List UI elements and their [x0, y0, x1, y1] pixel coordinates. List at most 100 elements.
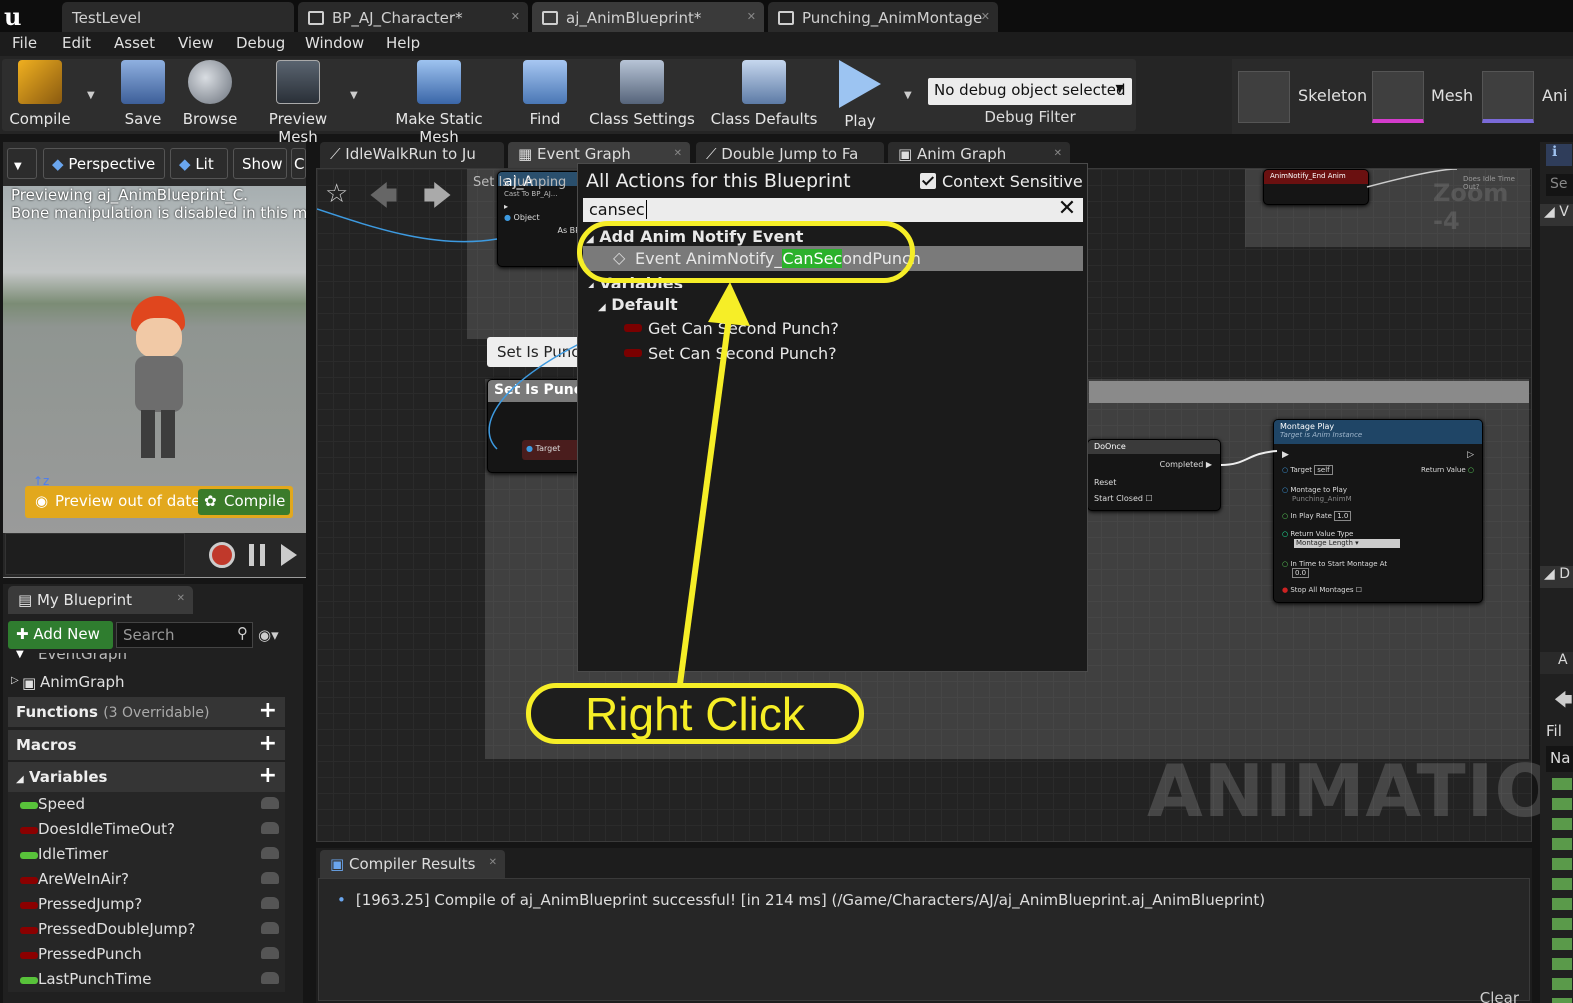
- visibility-eye-icon[interactable]: [261, 847, 279, 859]
- skeleton-icon[interactable]: [1238, 71, 1290, 123]
- my-blueprint-tab[interactable]: ▤ My Blueprint ✕: [8, 586, 193, 614]
- close-icon[interactable]: ✕: [674, 148, 682, 159]
- variable-row[interactable]: IdleTimer: [8, 842, 285, 867]
- menu-asset[interactable]: Asset: [114, 34, 155, 52]
- class-settings-button[interactable]: Class Settings: [588, 60, 696, 132]
- visibility-eye-icon[interactable]: [261, 797, 279, 809]
- add-new-button[interactable]: ✚ Add New ▼: [8, 621, 113, 660]
- action-search-input[interactable]: cansec: [583, 198, 1083, 222]
- graph-tab-idlewalkrun[interactable]: ⟋ IdleWalkRun to Ju: [320, 142, 504, 168]
- compile-options-chevron-down-icon[interactable]: ▼: [87, 90, 95, 101]
- visibility-eye-icon[interactable]: [261, 947, 279, 959]
- preview-scene[interactable]: ↑z: [3, 186, 306, 578]
- transition-icon: ⟋: [330, 145, 341, 163]
- search-placeholder: Search: [123, 626, 175, 644]
- doc-tab-testlevel[interactable]: TestLevel: [62, 2, 294, 32]
- browse-button[interactable]: Browse: [178, 60, 242, 132]
- skeleton-mode-button[interactable]: Skeleton: [1298, 86, 1367, 105]
- mesh-icon[interactable]: [1372, 71, 1424, 123]
- doc-tab-aj-animblueprint[interactable]: aj_AnimBlueprint* ✕: [532, 2, 764, 32]
- viewport-options-chevron-down-icon[interactable]: ▼: [7, 148, 37, 179]
- variable-row[interactable]: AreWeInAir?: [8, 867, 285, 892]
- debug-object-select[interactable]: No debug object selected ▼: [928, 78, 1132, 105]
- make-static-mesh-label: Make Static Mesh: [395, 110, 483, 146]
- close-icon[interactable]: ✕: [177, 593, 185, 604]
- details-search-input[interactable]: Se: [1546, 174, 1573, 196]
- variable-row[interactable]: PressedJump?: [8, 892, 285, 917]
- close-icon[interactable]: ✕: [747, 10, 756, 23]
- lit-button[interactable]: ◆ Lit: [170, 148, 228, 179]
- timeline-scrubber[interactable]: [5, 533, 185, 575]
- magnifier-icon: [188, 60, 232, 104]
- doc-tab-punching-animmontage[interactable]: Punching_AnimMontage ✕: [768, 2, 998, 32]
- find-button[interactable]: Find: [518, 60, 572, 132]
- add-function-plus-icon[interactable]: +: [259, 698, 277, 723]
- compiler-message[interactable]: • [1963.25] Compile of aj_AnimBlueprint s…: [337, 891, 1265, 909]
- view-options-eye-icon[interactable]: ◉▾: [258, 626, 279, 644]
- anim-asset-list[interactable]: [1552, 778, 1572, 1003]
- menu-view[interactable]: View: [178, 34, 214, 52]
- clear-search-icon[interactable]: ✕: [1055, 198, 1079, 222]
- transition-icon: ⟋: [706, 145, 717, 163]
- viewport-message-line2: Bone manipulation is disabled in this mo…: [11, 204, 306, 222]
- compiler-results-tab[interactable]: ▣ Compiler Results ✕: [320, 850, 505, 878]
- macros-section-header[interactable]: Macros +: [8, 730, 285, 760]
- class-defaults-button[interactable]: Class Defaults: [710, 60, 818, 132]
- perspective-button[interactable]: ◆ Perspective: [43, 148, 165, 179]
- play-options-chevron-down-icon[interactable]: ▼: [904, 90, 912, 101]
- menu-file[interactable]: File: [12, 34, 37, 52]
- variable-row[interactable]: LastPunchTime: [8, 967, 285, 992]
- variable-row[interactable]: Speed: [8, 792, 285, 817]
- add-macro-plus-icon[interactable]: +: [259, 731, 277, 756]
- variable-row[interactable]: PressedDoubleJump?: [8, 917, 285, 942]
- lit-label: Lit: [195, 155, 214, 173]
- make-static-mesh-button[interactable]: Make Static Mesh: [374, 60, 504, 146]
- compile-button[interactable]: Compile: [6, 60, 74, 132]
- blueprint-search-input[interactable]: Search ⚲: [116, 622, 253, 648]
- visibility-eye-icon[interactable]: [261, 822, 279, 834]
- variable-row[interactable]: DoesIdleTimeOut?: [8, 817, 285, 842]
- event-graph-icon: ▦: [518, 145, 533, 163]
- visibility-eye-icon[interactable]: [261, 922, 279, 934]
- save-button[interactable]: Save: [112, 60, 174, 132]
- pause-button[interactable]: [249, 544, 265, 566]
- variables-section-header[interactable]: ◢ Variables +: [8, 762, 285, 792]
- preview-mesh-button[interactable]: Preview Mesh: [248, 60, 348, 146]
- animation-mode-button[interactable]: Ani: [1542, 86, 1568, 105]
- doc-tab-bp-aj-character[interactable]: BP_AJ_Character* ✕: [298, 2, 528, 32]
- animation-icon[interactable]: [1482, 71, 1534, 123]
- camera-button[interactable]: C: [291, 148, 306, 179]
- mesh-mode-button[interactable]: Mesh: [1431, 86, 1473, 105]
- show-button[interactable]: Show: [233, 148, 287, 179]
- play-button[interactable]: Play: [832, 60, 888, 132]
- menu-help[interactable]: Help: [386, 34, 420, 52]
- back-arrow-icon[interactable]: 🡄: [1554, 688, 1573, 711]
- details-section-header[interactable]: ◢ D: [1540, 566, 1573, 588]
- visibility-eye-icon[interactable]: [261, 872, 279, 884]
- tree-item-event-graph[interactable]: EventGraph: [8, 653, 285, 673]
- menu-window[interactable]: Window: [305, 34, 364, 52]
- close-icon[interactable]: ✕: [981, 10, 990, 23]
- functions-section-header[interactable]: Functions (3 Overridable) +: [8, 697, 285, 727]
- name-column-header[interactable]: Na: [1546, 746, 1573, 772]
- record-button[interactable]: [209, 542, 235, 568]
- viewport-compile-button[interactable]: ✿ Compile: [198, 489, 290, 515]
- details-tab-info-icon[interactable]: ℹ: [1546, 144, 1572, 166]
- close-icon[interactable]: ✕: [1054, 148, 1062, 159]
- details-section-header[interactable]: ◢ V: [1540, 204, 1573, 226]
- close-icon[interactable]: ✕: [489, 857, 497, 868]
- variable-row[interactable]: PressedPunch: [8, 942, 285, 967]
- visibility-eye-icon[interactable]: [261, 897, 279, 909]
- tree-item-anim-graph[interactable]: ▷ ▣ AnimGraph: [8, 673, 285, 695]
- clear-button[interactable]: Clear: [1480, 989, 1519, 1003]
- details-section-header[interactable]: A: [1540, 652, 1573, 674]
- menu-debug[interactable]: Debug: [236, 34, 285, 52]
- play-forward-button[interactable]: [281, 544, 297, 566]
- preview-mesh-chevron-down-icon[interactable]: ▼: [350, 90, 358, 101]
- visibility-eye-icon[interactable]: [261, 972, 279, 984]
- compiler-log[interactable]: • [1963.25] Compile of aj_AnimBlueprint s…: [318, 878, 1530, 1003]
- add-variable-plus-icon[interactable]: +: [259, 763, 277, 788]
- preview-viewport[interactable]: ▼ ◆ Perspective ◆ Lit Show C ↑z Previewi…: [3, 142, 306, 578]
- menu-edit[interactable]: Edit: [62, 34, 91, 52]
- close-icon[interactable]: ✕: [511, 10, 520, 23]
